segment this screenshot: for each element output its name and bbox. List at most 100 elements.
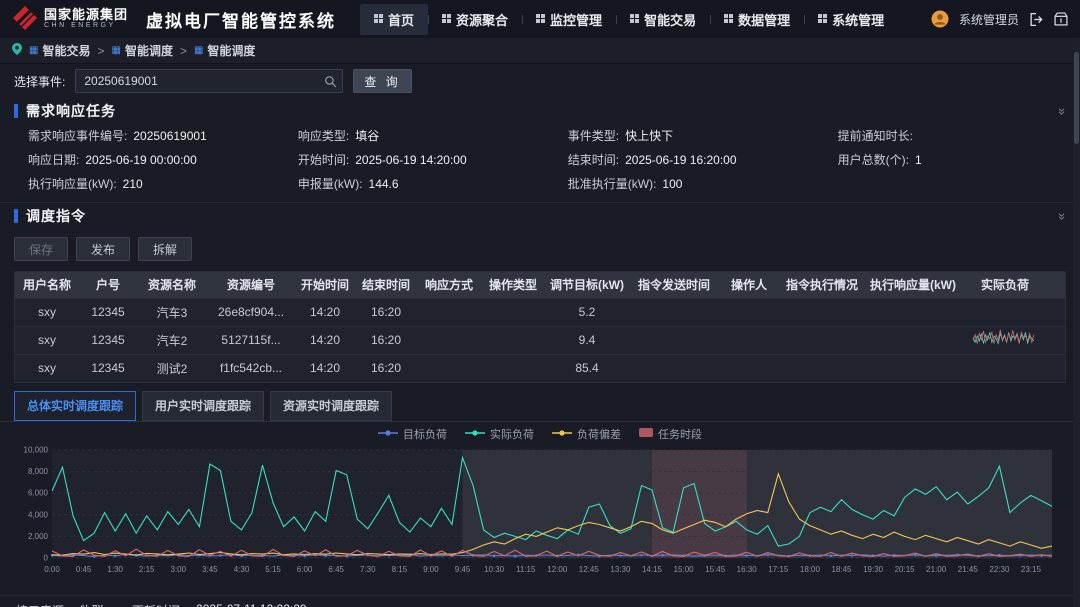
table-cell xyxy=(417,354,481,382)
table-row[interactable]: sxy12345汽车25127115f...14:2016:209.4 xyxy=(15,326,1066,354)
scrollbar-thumb[interactable] xyxy=(1074,52,1079,144)
table-cell xyxy=(629,326,719,354)
legend-item[interactable]: 目标负荷 xyxy=(378,426,447,442)
breadcrumb-item-2[interactable]: ▦ 智能调度 xyxy=(111,42,172,59)
dispatch-table-wrap: 用户名称户号资源名称资源编号开始时间结束时间响应方式操作类型调节目标(kW)指令… xyxy=(14,271,1066,383)
save-button[interactable]: 保存 xyxy=(14,237,68,261)
table-cell xyxy=(1049,354,1066,382)
table-cell: f1fc542cb... xyxy=(207,354,295,382)
field-label: 事件类型: xyxy=(568,128,619,144)
field-value: 1 xyxy=(915,152,922,168)
publish-button[interactable]: 发布 xyxy=(76,237,130,261)
table-header-cell: 调节目标(kW) xyxy=(545,272,629,298)
table-row[interactable]: sxy12345汽车326e8cf904...14:2016:205.2 xyxy=(15,298,1066,326)
table-cell xyxy=(1049,326,1066,354)
event-filter-bar: 选择事件: 查 询 xyxy=(0,64,1080,98)
archive-icon[interactable] xyxy=(1054,12,1068,26)
breadcrumb-item-3[interactable]: ▦智能调度 xyxy=(194,42,255,59)
chn-energy-logo-icon xyxy=(12,5,38,34)
field-7: 结束时间:2025-06-19 16:20:00 xyxy=(568,152,838,168)
nav-item-6[interactable]: 系统管理 xyxy=(804,4,898,35)
field-3: 事件类型:快上快下 xyxy=(568,128,838,144)
source-value: 物联 xyxy=(80,602,104,607)
collapse-chevron-icon[interactable]: » xyxy=(1055,212,1070,219)
table-header-cell: 开始时间 xyxy=(295,272,355,298)
field-label: 需求响应事件编号: xyxy=(28,128,127,144)
breadcrumb-item-1[interactable]: ▦智能交易 xyxy=(29,42,90,59)
nav-item-3[interactable]: 监控管理 xyxy=(522,4,616,35)
svg-text:3:00: 3:00 xyxy=(171,565,187,574)
menu-square-icon: ▦ xyxy=(111,46,120,56)
table-header-cell: 执行 xyxy=(1049,272,1066,298)
breadcrumb-separator: > xyxy=(97,44,104,58)
table-cell: 26e8cf904... xyxy=(207,298,295,326)
legend-label: 负荷偏差 xyxy=(577,426,621,442)
table-header-cell: 结束时间 xyxy=(355,272,417,298)
nav-item-1[interactable]: 首页 xyxy=(360,4,428,35)
table-header-cell: 操作类型 xyxy=(481,272,545,298)
event-filter-label: 选择事件: xyxy=(14,73,65,90)
field-label: 申报量(kW): xyxy=(298,176,363,192)
svg-text:0: 0 xyxy=(44,553,49,562)
table-header-cell: 户号 xyxy=(79,272,137,298)
table-cell xyxy=(481,326,545,354)
chart-legend: 目标负荷 实际负荷 负荷偏差 任务时段 xyxy=(14,426,1066,442)
legend-line-icon xyxy=(552,428,572,440)
field-10: 申报量(kW):144.6 xyxy=(298,176,568,192)
event-input-wrap xyxy=(75,69,343,93)
demand-section-title: 需求响应任务 xyxy=(26,101,116,121)
status-footer: 接口来源： 物联 更新时间： 2025-07-11 12:22:29 xyxy=(0,595,1080,607)
table-cell xyxy=(719,326,779,354)
svg-text:15:45: 15:45 xyxy=(705,565,726,574)
svg-text:12:00: 12:00 xyxy=(547,565,568,574)
tab-3[interactable]: 资源实时调度跟踪 xyxy=(270,391,392,421)
query-button[interactable]: 查 询 xyxy=(353,69,411,93)
nav-item-4[interactable]: 智能交易 xyxy=(616,4,710,35)
svg-text:15:00: 15:00 xyxy=(674,565,695,574)
table-cell xyxy=(417,326,481,354)
brand-name-en: CHN ENERGY xyxy=(44,22,128,30)
svg-text:8:15: 8:15 xyxy=(392,565,408,574)
table-header-cell: 资源名称 xyxy=(137,272,207,298)
table-cell xyxy=(961,326,1049,354)
tab-1[interactable]: 总体实时调度跟踪 xyxy=(14,391,136,421)
nav-item-2[interactable]: 资源聚合 xyxy=(428,4,522,35)
svg-text:14:15: 14:15 xyxy=(642,565,663,574)
legend-item[interactable]: 实际负荷 xyxy=(465,426,534,442)
svg-text:23:15: 23:15 xyxy=(1021,565,1042,574)
nav-item-label: 智能交易 xyxy=(644,10,696,29)
table-cell: 14:20 xyxy=(295,354,355,382)
svg-text:3:45: 3:45 xyxy=(202,565,218,574)
svg-text:17:15: 17:15 xyxy=(768,565,789,574)
updated-label: 更新时间： xyxy=(132,602,192,607)
page-title: 虚拟电厂智能管控系统 xyxy=(146,7,336,32)
table-cell: 5127115f... xyxy=(207,326,295,354)
section-accent-bar xyxy=(14,104,18,118)
breadcrumb-separator: > xyxy=(180,44,187,58)
svg-text:1:30: 1:30 xyxy=(107,565,123,574)
field-9: 执行响应量(kW):210 xyxy=(28,176,298,192)
table-header-cell: 指令执行情况 xyxy=(779,272,865,298)
table-header-cell: 执行响应量(kW) xyxy=(865,272,961,298)
legend-item[interactable]: 负荷偏差 xyxy=(552,426,621,442)
dispatch-chart: 02,0004,0006,0008,00010,0000:000:451:302… xyxy=(14,442,1062,582)
collapse-chevron-icon[interactable]: » xyxy=(1055,107,1070,114)
avatar[interactable] xyxy=(931,10,949,28)
field-2: 响应类型:填谷 xyxy=(298,128,568,144)
table-cell xyxy=(629,354,719,382)
tab-2[interactable]: 用户实时调度跟踪 xyxy=(142,391,264,421)
svg-text:18:45: 18:45 xyxy=(831,565,852,574)
breadcrumb-label: 智能调度 xyxy=(125,42,173,59)
search-icon[interactable] xyxy=(324,75,337,91)
event-input[interactable] xyxy=(76,70,342,92)
table-cell xyxy=(481,354,545,382)
legend-item[interactable]: 任务时段 xyxy=(639,426,702,442)
nav-item-5[interactable]: 数据管理 xyxy=(710,4,804,35)
table-row[interactable]: sxy12345测试2f1fc542cb...14:2016:2085.4 xyxy=(15,354,1066,382)
chart-box: 目标负荷 实际负荷 负荷偏差 任务时段 02,0004,0006,0008,00010… xyxy=(0,422,1080,589)
window-scrollbar[interactable] xyxy=(1073,38,1080,607)
logout-icon[interactable] xyxy=(1029,12,1044,27)
table-cell: sxy xyxy=(15,298,79,326)
field-value: 2025-06-19 00:00:00 xyxy=(85,152,196,168)
split-button[interactable]: 拆解 xyxy=(138,237,192,261)
